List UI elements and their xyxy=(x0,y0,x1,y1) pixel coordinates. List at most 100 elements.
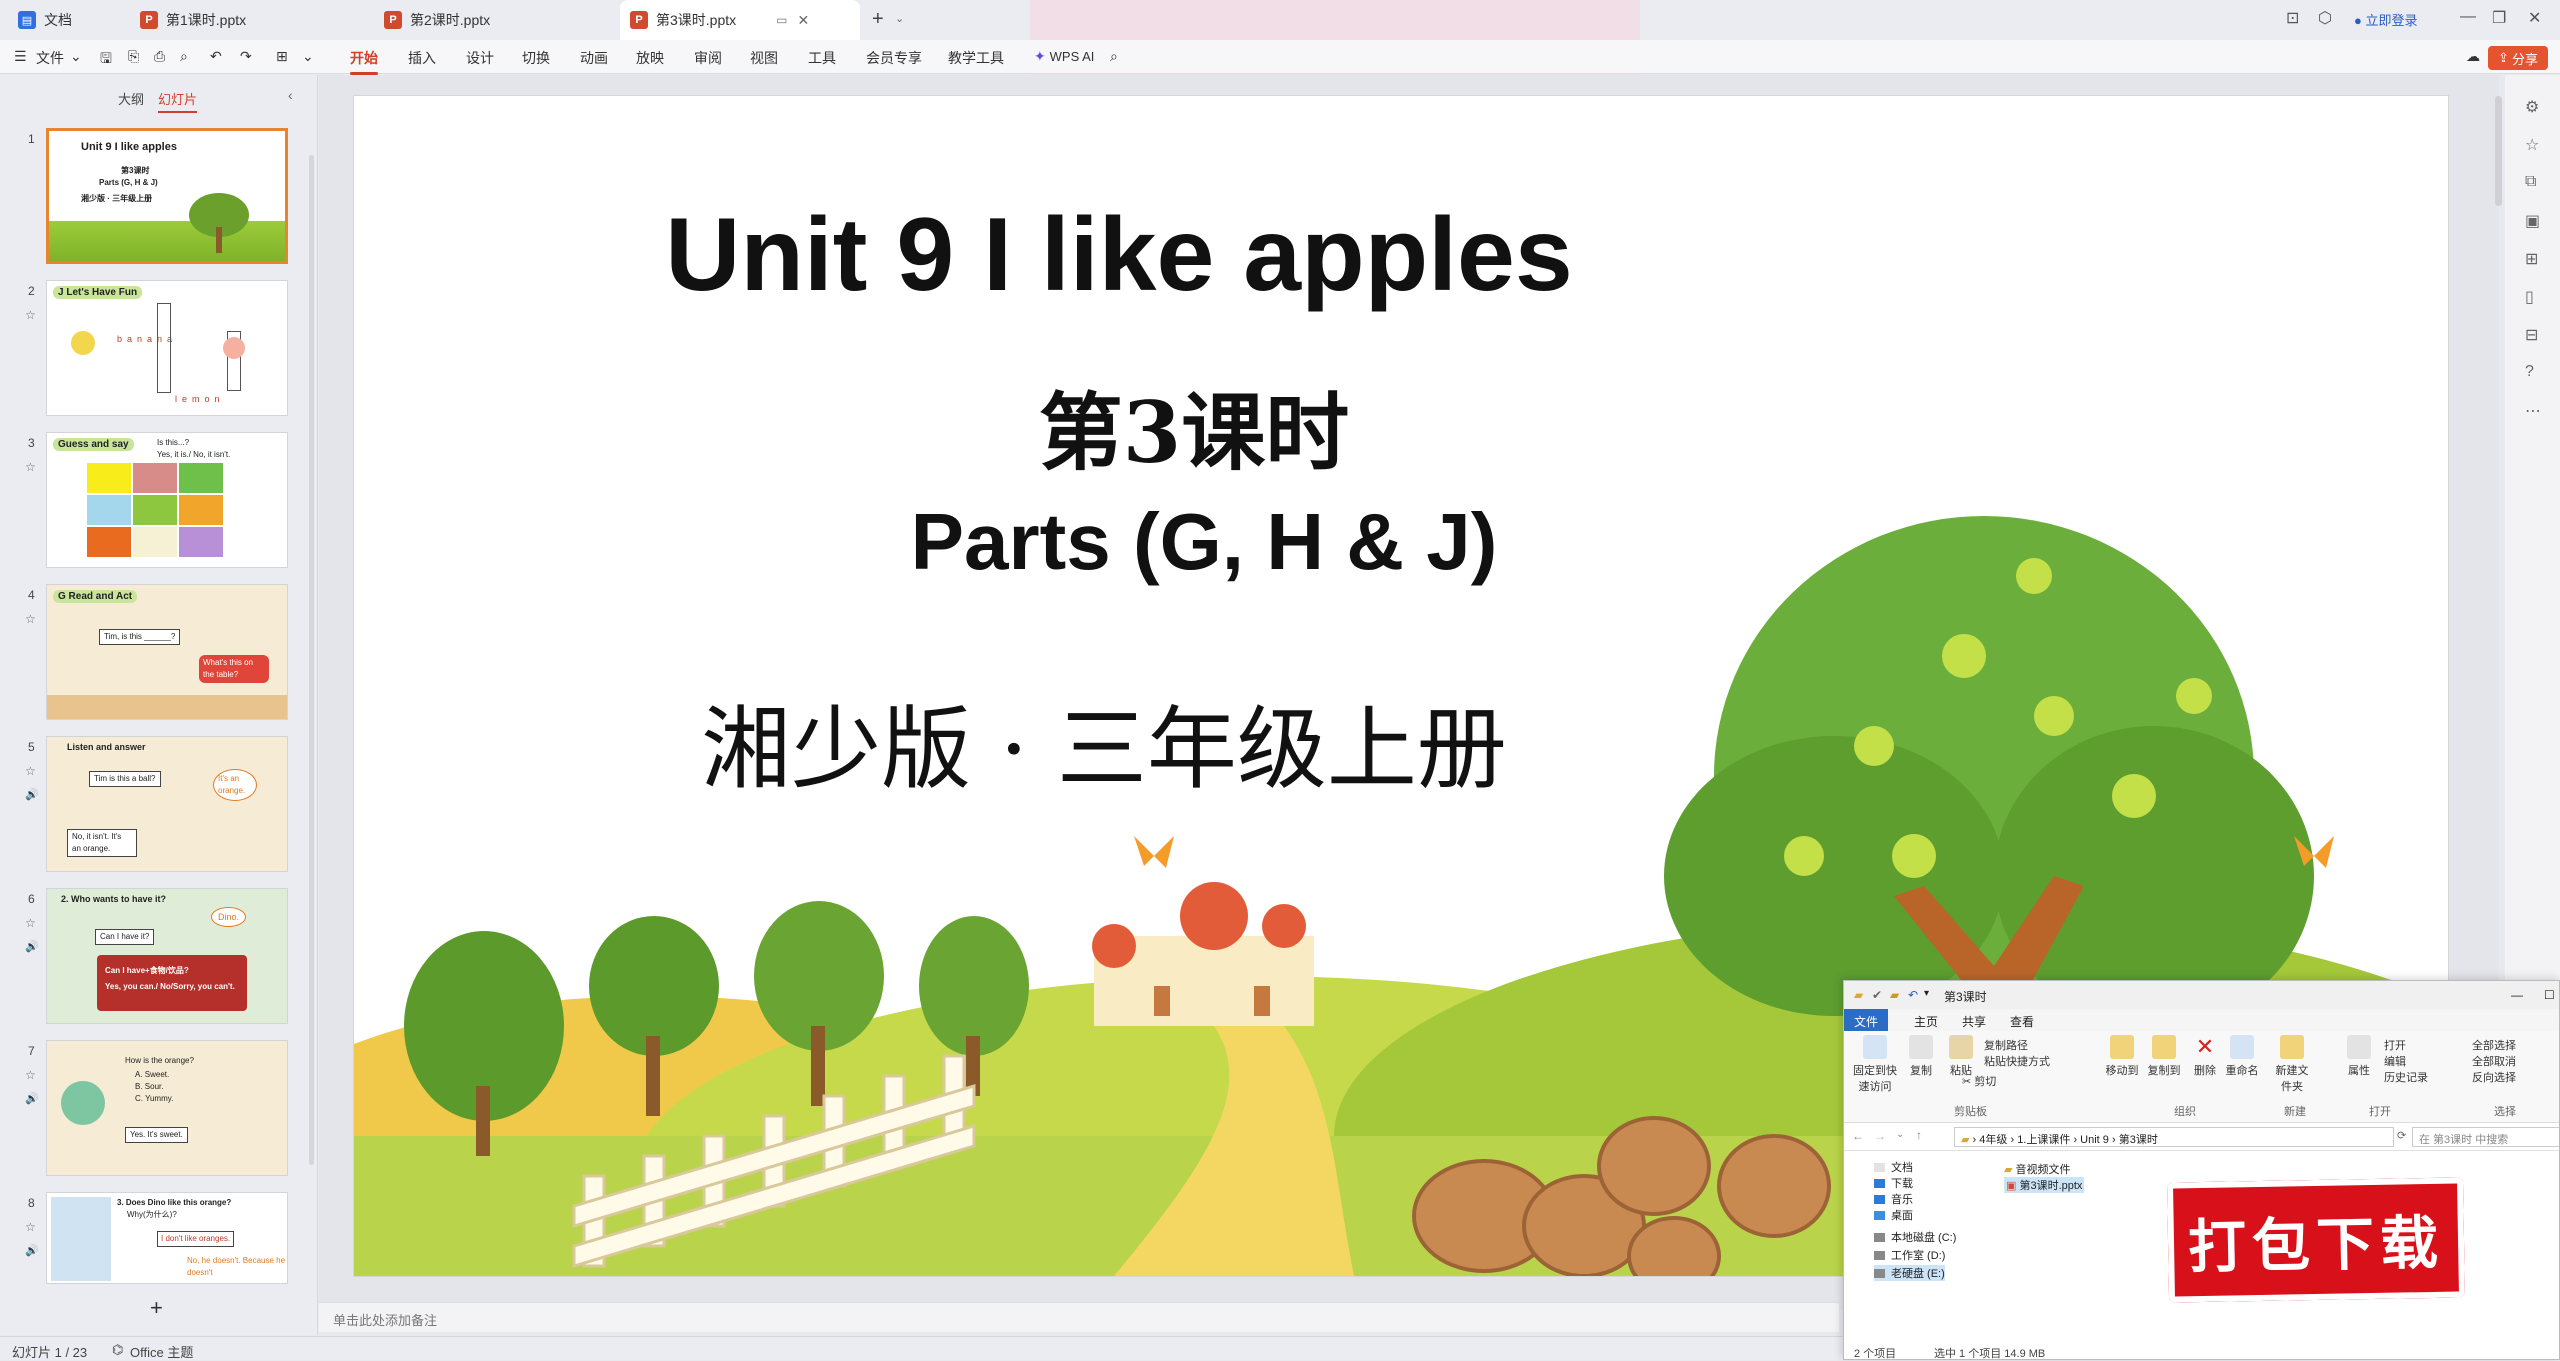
history-button[interactable]: 历史记录 xyxy=(2384,1069,2428,1085)
nav-drive-d[interactable]: 工作室 (D:) xyxy=(1874,1247,1945,1263)
window-icon[interactable]: ▭ xyxy=(776,13,787,27)
slide-parts[interactable]: Parts (G, H & J) xyxy=(754,496,1654,588)
copy-icon[interactable]: ⧉ xyxy=(2525,173,2536,191)
slide-edition[interactable]: 湘少版 · 三年级上册 xyxy=(654,676,1554,806)
star-icon[interactable]: ☆ xyxy=(25,460,36,474)
help-icon[interactable]: ? xyxy=(2525,363,2534,381)
nav-documents[interactable]: 文档 xyxy=(1874,1159,1913,1175)
copy-button[interactable]: 复制 xyxy=(1904,1035,1938,1078)
up-icon[interactable]: ↑ xyxy=(1916,1128,1922,1142)
star-icon[interactable]: ☆ xyxy=(25,916,36,930)
close-tab-icon[interactable]: ✕ xyxy=(797,12,809,29)
menu-animation[interactable]: 动画 xyxy=(580,48,608,68)
theme-label[interactable]: Office 主题 xyxy=(130,1342,193,1361)
star-icon[interactable]: ☆ xyxy=(25,1220,36,1234)
tag-icon[interactable]: ⊟ xyxy=(2525,325,2538,345)
slide-thumbnail-3[interactable]: 3 ☆ Guess and say Is this...? Yes, it is… xyxy=(0,432,300,572)
chevron-down-icon[interactable]: ⌄ xyxy=(1896,1129,1904,1140)
undo-icon[interactable]: ↶ xyxy=(210,48,222,65)
slide-preview[interactable]: Listen and answer Tim is this a ball? It… xyxy=(46,736,288,872)
slide-thumbnail-5[interactable]: 5 ☆ 🔊 Listen and answer Tim is this a ba… xyxy=(0,736,300,876)
slide-preview[interactable]: 2. Who wants to have it? Dino. Can I hav… xyxy=(46,888,288,1024)
nav-desktop[interactable]: 桌面 xyxy=(1874,1207,1913,1223)
slide-lesson[interactable]: 第3课时 xyxy=(1014,366,1374,487)
chevron-down-icon[interactable]: ⌄ xyxy=(302,48,314,65)
wps-ai-button[interactable]: ✦ WPS AI xyxy=(1034,48,1094,65)
hamburger-icon[interactable]: ☰ xyxy=(14,48,27,65)
slide-thumbnail-2[interactable]: 2 ☆ J Let's Have Fun banana lemon xyxy=(0,280,300,420)
nav-music[interactable]: 音乐 xyxy=(1874,1191,1913,1207)
slide-preview[interactable]: How is the orange? A. Sweet. B. Sour. C.… xyxy=(46,1040,288,1176)
tab-lesson1[interactable]: P 第1课时.pptx xyxy=(140,0,380,40)
sound-icon[interactable]: 🔊 xyxy=(25,940,39,953)
login-link[interactable]: ● 立即登录 xyxy=(2354,10,2418,29)
search-input[interactable]: 在 第3课时 中搜索 xyxy=(2412,1127,2559,1147)
restore-icon[interactable]: ❐ xyxy=(2492,8,2506,28)
cut-button[interactable]: ✂ 剪切 xyxy=(1962,1073,1996,1089)
rename-button[interactable]: 重命名 xyxy=(2222,1035,2262,1078)
notes-field[interactable]: 单击此处添加备注 xyxy=(319,1302,1839,1332)
slide-preview[interactable]: 3. Does Dino like this orange? Why(为什么)?… xyxy=(46,1192,288,1284)
breadcrumb-item[interactable]: 4年级 xyxy=(1979,1134,2007,1146)
select-none-button[interactable]: 全部取消 xyxy=(2472,1053,2516,1069)
file-row[interactable]: ▰ 音视频文件 xyxy=(2004,1161,2071,1177)
slide-preview[interactable]: Unit 9 I like apples 第3课时 Parts (G, H & … xyxy=(46,128,288,264)
properties-icon[interactable]: ✔ xyxy=(1872,988,1882,1002)
minimize-icon[interactable]: — xyxy=(2511,988,2523,1002)
slide-preview[interactable]: Guess and say Is this...? Yes, it is./ N… xyxy=(46,432,288,568)
tab-file[interactable]: 文件 xyxy=(1844,1009,1889,1031)
star-icon[interactable]: ☆ xyxy=(25,1068,36,1082)
select-all-button[interactable]: 全部选择 xyxy=(2472,1037,2516,1053)
delete-button[interactable]: ✕ 删除 xyxy=(2190,1035,2220,1078)
new-tab-icon[interactable]: + xyxy=(872,8,884,31)
menu-transition[interactable]: 切换 xyxy=(522,48,550,68)
menu-file[interactable]: 文件 xyxy=(36,48,64,68)
tab-lesson3[interactable]: P 第3课时.pptx ▭ ✕ xyxy=(620,0,860,40)
menu-view[interactable]: 视图 xyxy=(750,48,778,68)
nav-drive-c[interactable]: 本地磁盘 (C:) xyxy=(1874,1229,1956,1245)
slide-preview[interactable]: G Read and Act Tim, is this ______? What… xyxy=(46,584,288,720)
minimize-icon[interactable]: — xyxy=(2460,8,2476,26)
slide-thumbnail-7[interactable]: 7 ☆ 🔊 How is the orange? A. Sweet. B. So… xyxy=(0,1040,300,1180)
slide-thumbnail-1[interactable]: 1 Unit 9 I like apples 第3课时 Parts (G, H … xyxy=(0,128,300,268)
menu-design[interactable]: 设计 xyxy=(466,48,494,68)
star-icon[interactable]: ☆ xyxy=(25,612,36,626)
panel-scrollbar[interactable] xyxy=(309,155,314,1165)
properties-button[interactable]: 属性 xyxy=(2344,1035,2374,1078)
breadcrumb-item[interactable]: 第3课时 xyxy=(2119,1134,2158,1146)
layout-icon[interactable]: ⊡ xyxy=(2286,8,2299,28)
copy-path-button[interactable]: 复制路径 xyxy=(1984,1037,2028,1053)
tab-outline[interactable]: 大纲 xyxy=(118,89,144,108)
tab-lesson2[interactable]: P 第2课时.pptx xyxy=(384,0,614,40)
menu-slideshow[interactable]: 放映 xyxy=(636,48,664,68)
share-button[interactable]: ⇪ 分享 xyxy=(2488,46,2548,70)
tab-home[interactable]: 主页 xyxy=(1914,1013,1938,1030)
preview-icon[interactable]: ⌕ xyxy=(180,48,188,65)
download-stamp[interactable]: 打包下载 xyxy=(2166,1177,2466,1303)
chevron-down-icon[interactable]: ⌄ xyxy=(895,12,904,25)
slide-preview[interactable]: J Let's Have Fun banana lemon xyxy=(46,280,288,416)
redo-icon[interactable]: ↷ xyxy=(240,48,252,65)
more-icon[interactable]: ⋯ xyxy=(2525,401,2541,421)
menu-review[interactable]: 审阅 xyxy=(694,48,722,68)
add-slide-button[interactable]: + xyxy=(150,1295,163,1321)
tab-view[interactable]: 查看 xyxy=(2010,1013,2034,1030)
breadcrumb-item[interactable]: 1.上课课件 xyxy=(2017,1134,2070,1146)
file-row[interactable]: ▣ 第3课时.pptx xyxy=(2004,1177,2085,1193)
sound-icon[interactable]: 🔊 xyxy=(25,788,39,801)
back-icon[interactable]: ← xyxy=(1852,1129,1864,1143)
sound-icon[interactable]: 🔊 xyxy=(25,1244,39,1257)
undo-icon[interactable]: ↶ xyxy=(1908,988,1918,1002)
save-icon[interactable]: 🖫 xyxy=(100,48,112,72)
menu-insert[interactable]: 插入 xyxy=(408,48,436,68)
print-icon[interactable]: ⎙ xyxy=(154,48,165,65)
star-icon[interactable]: ☆ xyxy=(2525,135,2539,155)
cloud-icon[interactable]: ☁ xyxy=(2466,48,2480,65)
image-icon[interactable]: ▣ xyxy=(2525,211,2540,231)
breadcrumb-item[interactable]: Unit 9 xyxy=(2080,1134,2109,1146)
canvas-scrollbar[interactable] xyxy=(2495,96,2502,206)
pin-quick-access-button[interactable]: 固定到快速访问 xyxy=(1848,1035,1902,1094)
menu-teaching-tools[interactable]: 教学工具 xyxy=(948,48,1004,68)
nav-drive-e[interactable]: 老硬盘 (E:) xyxy=(1874,1265,1945,1281)
slide-thumbnail-6[interactable]: 6 ☆ 🔊 2. Who wants to have it? Dino. Can… xyxy=(0,888,300,1028)
